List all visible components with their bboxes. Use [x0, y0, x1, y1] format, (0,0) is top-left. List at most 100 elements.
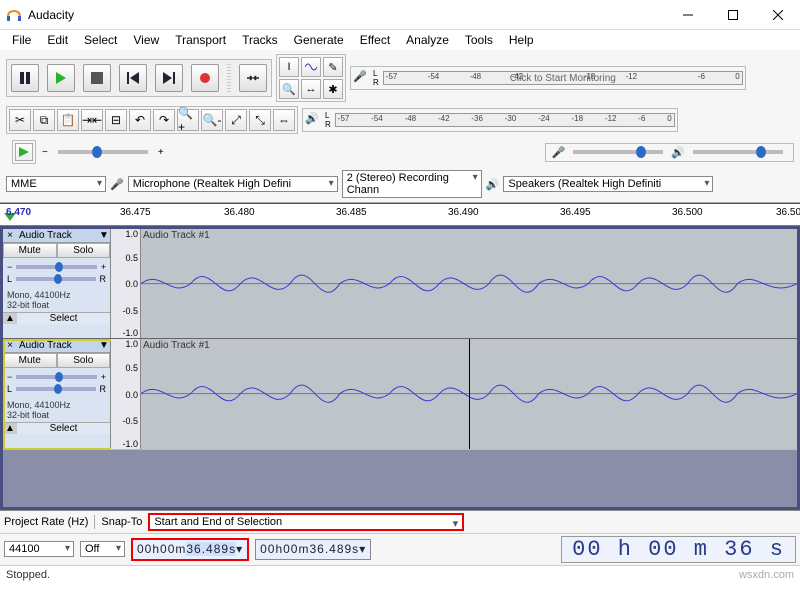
- track-menu-dropdown[interactable]: ▼: [98, 340, 110, 351]
- window-title: Audacity: [28, 8, 665, 22]
- titlebar: Audacity: [0, 0, 800, 30]
- track-name[interactable]: Audio Track: [17, 229, 98, 242]
- record-button[interactable]: [191, 64, 219, 92]
- track-panel: × Audio Track ▼ Mute Solo −+ LR Mono, 44…: [3, 339, 111, 448]
- menu-help[interactable]: Help: [501, 31, 542, 49]
- recording-channels-combo[interactable]: 2 (Stereo) Recording Chann: [342, 170, 482, 198]
- recording-device-combo[interactable]: Microphone (Realtek High Defini: [128, 176, 338, 192]
- track-select-button[interactable]: Select: [17, 423, 110, 434]
- menu-generate[interactable]: Generate: [286, 31, 352, 49]
- copy-icon[interactable]: ⧉: [33, 109, 55, 131]
- maximize-button[interactable]: [710, 0, 755, 29]
- pan-slider[interactable]: [16, 387, 95, 391]
- playback-device-combo[interactable]: Speakers (Realtek High Definiti: [503, 176, 713, 192]
- play-button[interactable]: [47, 64, 75, 92]
- menu-effect[interactable]: Effect: [352, 31, 398, 49]
- solo-button[interactable]: Solo: [57, 353, 111, 368]
- close-button[interactable]: [755, 0, 800, 29]
- zoom-out-icon[interactable]: 🔍-: [201, 109, 223, 131]
- stop-button[interactable]: [83, 64, 111, 92]
- redo-icon[interactable]: ↷: [153, 109, 175, 131]
- mute-button[interactable]: Mute: [3, 243, 57, 258]
- menu-edit[interactable]: Edit: [39, 31, 76, 49]
- app-logo-icon: [6, 7, 22, 23]
- toolbar-area: I ✎ 🔍 ↔ ✱ 🎤 LR -57 -54 -48 -42 -18 -12: [0, 50, 800, 203]
- menu-transport[interactable]: Transport: [167, 31, 234, 49]
- playback-meter[interactable]: -57 -54 -48 -42 -36 -30 -24 -18 -12 -6 0: [335, 113, 675, 127]
- vertical-scale[interactable]: 1.0 0.5 0.0 -0.5 -1.0: [111, 339, 141, 448]
- gain-slider[interactable]: [16, 375, 96, 379]
- track-name[interactable]: Audio Track: [17, 339, 98, 352]
- track-panel: × Audio Track ▼ Mute Solo −+ LR Mono, 44…: [3, 229, 111, 338]
- menu-select[interactable]: Select: [76, 31, 125, 49]
- menu-tracks[interactable]: Tracks: [234, 31, 286, 49]
- snap-to-label: Snap-To: [101, 516, 142, 528]
- snap-to-combo[interactable]: Off: [80, 541, 125, 557]
- pan-slider[interactable]: [16, 277, 95, 281]
- skip-end-button[interactable]: [155, 64, 183, 92]
- solo-button[interactable]: Solo: [57, 243, 111, 258]
- record-volume-slider[interactable]: [573, 150, 663, 154]
- silence-icon[interactable]: ⊟: [105, 109, 127, 131]
- play-at-speed-toolbar: [12, 140, 36, 164]
- track-select-button[interactable]: Select: [17, 313, 110, 324]
- tracks-area: × Audio Track ▼ Mute Solo −+ LR Mono, 44…: [0, 226, 800, 510]
- menu-file[interactable]: File: [4, 31, 39, 49]
- mute-button[interactable]: Mute: [3, 353, 57, 368]
- waveform[interactable]: Audio Track #1: [141, 229, 797, 338]
- playback-meter-toolbar: 🔊 LR -57 -54 -48 -42 -36 -30 -24 -18 -12…: [302, 108, 678, 132]
- zoom-toggle-icon[interactable]: ⇔: [273, 109, 295, 131]
- menu-analyze[interactable]: Analyze: [398, 31, 457, 49]
- clip-label: Audio Track #1: [143, 230, 210, 241]
- menubar: File Edit Select View Transport Tracks G…: [0, 30, 800, 50]
- cut-icon[interactable]: ✂: [9, 109, 31, 131]
- fit-selection-icon[interactable]: ⤢: [225, 109, 247, 131]
- zoom-tool-icon[interactable]: 🔍: [279, 79, 299, 99]
- waveform[interactable]: Audio Track #1: [141, 339, 797, 448]
- draw-tool-icon[interactable]: ✎: [323, 57, 343, 77]
- selection-mode-combo[interactable]: Start and End of Selection: [148, 513, 464, 531]
- gain-slider[interactable]: [16, 265, 96, 269]
- speaker-icon: 🔊: [671, 146, 685, 159]
- audio-position-time[interactable]: 00 h 00 m 36 s: [561, 536, 796, 563]
- play-speed-slider[interactable]: [58, 150, 148, 154]
- toolbar-separator: [227, 64, 231, 92]
- menu-tools[interactable]: Tools: [457, 31, 501, 49]
- track-close-button[interactable]: ×: [3, 230, 17, 241]
- play-at-speed-button[interactable]: [15, 143, 33, 161]
- envelope-tool-icon[interactable]: [301, 57, 321, 77]
- project-rate-label: Project Rate (Hz): [4, 516, 88, 528]
- undo-icon[interactable]: ↶: [129, 109, 151, 131]
- loop-button[interactable]: [239, 64, 267, 92]
- selection-tool-icon[interactable]: I: [279, 57, 299, 77]
- multi-tool-icon[interactable]: ✱: [323, 79, 343, 99]
- audio-host-combo[interactable]: MME: [6, 176, 106, 192]
- collapse-button[interactable]: ▲: [3, 423, 17, 434]
- zoom-in-icon[interactable]: 🔍+: [177, 109, 199, 131]
- statusbar: Stopped. wsxdn.com: [0, 565, 800, 585]
- pause-button[interactable]: [11, 64, 39, 92]
- playback-volume-slider[interactable]: [693, 150, 783, 154]
- vertical-scale[interactable]: 1.0 0.5 0.0 -0.5 -1.0: [111, 229, 141, 338]
- ruler[interactable]: 6.470 36.475 36.480 36.485 36.490 36.495…: [0, 204, 800, 226]
- fit-project-icon[interactable]: ⤡: [249, 109, 271, 131]
- collapse-button[interactable]: ▲: [3, 313, 17, 324]
- skip-start-button[interactable]: [119, 64, 147, 92]
- track-close-button[interactable]: ×: [3, 340, 17, 351]
- trim-icon[interactable]: ⇥⇤: [81, 109, 103, 131]
- minimize-button[interactable]: [665, 0, 710, 29]
- slider-minus: −: [42, 147, 48, 158]
- track-format: Mono, 44100Hz32-bit float: [3, 288, 110, 312]
- paste-icon[interactable]: 📋: [57, 109, 79, 131]
- timeshift-tool-icon[interactable]: ↔: [301, 79, 321, 99]
- microphone-icon: 🎤: [552, 146, 566, 159]
- selection-start-time[interactable]: 00h00m36.489s▾: [131, 538, 249, 561]
- menu-view[interactable]: View: [125, 31, 167, 49]
- project-rate-combo[interactable]: 44100: [4, 541, 74, 557]
- selection-end-time[interactable]: 00h00m36.489s▾: [255, 539, 371, 560]
- clip-label: Audio Track #1: [143, 340, 210, 351]
- track-menu-dropdown[interactable]: ▼: [98, 230, 110, 241]
- tools-toolbar: I ✎ 🔍 ↔ ✱: [276, 54, 346, 102]
- record-meter[interactable]: -57 -54 -48 -42 -18 -12 -6 0 Click to St…: [383, 71, 743, 85]
- tracks-background[interactable]: [3, 450, 797, 507]
